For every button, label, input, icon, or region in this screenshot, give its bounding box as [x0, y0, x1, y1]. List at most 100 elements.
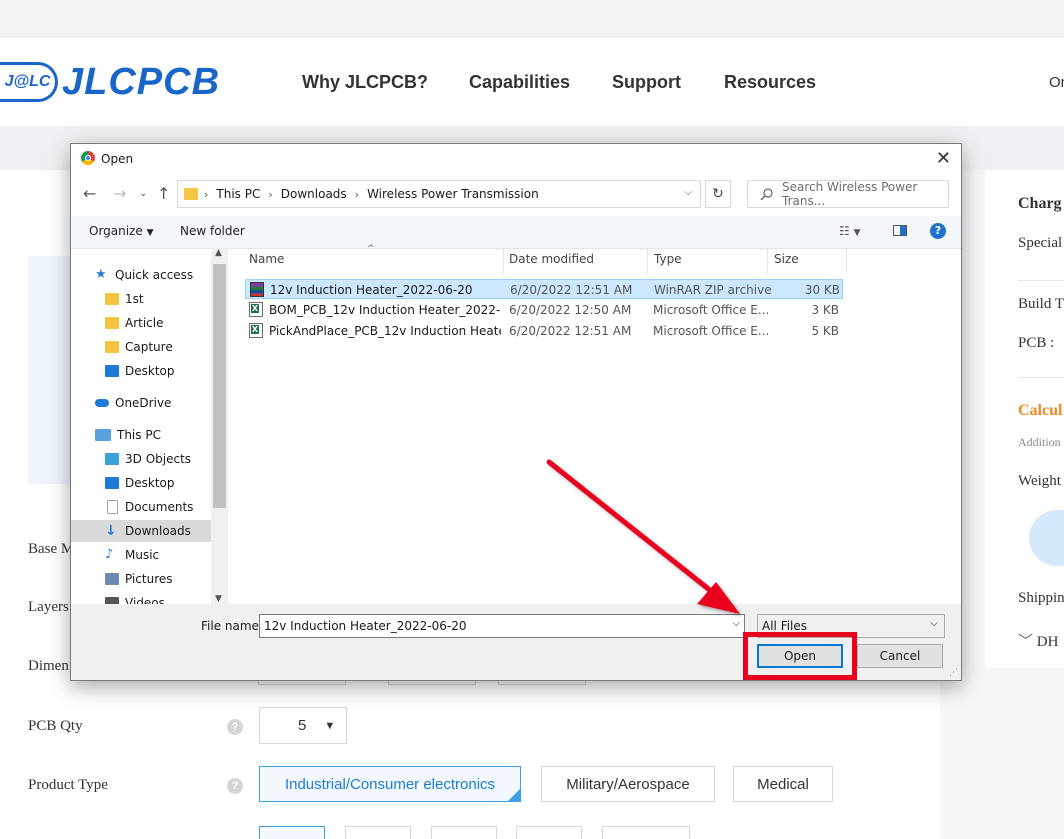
nav-resources[interactable]: Resources [724, 72, 816, 93]
shipping-method[interactable]: ﹀ DH [1018, 630, 1058, 651]
help-icon[interactable]: ? [227, 719, 243, 735]
nav-scrollbar[interactable]: ▲ ▼ [211, 248, 228, 604]
option-row-partial[interactable] [345, 826, 411, 839]
option-row-partial[interactable] [602, 826, 690, 839]
option-row-partial[interactable] [259, 826, 325, 839]
chevron-down-icon: ▼ [146, 228, 154, 238]
file-row[interactable]: BOM_PCB_12v Induction Heater_2022-06... … [245, 300, 843, 320]
label-base-material: Base M [28, 541, 75, 557]
nav-quick-access[interactable]: ★ Quick access [95, 264, 229, 286]
breadcrumb-wireless[interactable]: Wireless Power Transmission [367, 187, 539, 201]
nav-label: Capture [125, 340, 173, 354]
preview-pane-icon[interactable] [893, 225, 907, 236]
nav-support[interactable]: Support [612, 72, 681, 93]
product-type-military[interactable]: Military/Aerospace [541, 766, 715, 802]
dialog-title: Open [101, 152, 134, 166]
forward-arrow-icon[interactable]: → [113, 184, 126, 203]
sort-ascending-icon: ^ [367, 244, 375, 254]
dialog-toolbar: Organize ▼ New folder ☷ ▼ ? [71, 216, 961, 249]
nav-onedrive[interactable]: OneDrive [95, 392, 229, 414]
nav-downloads[interactable]: ↓ Downloads [71, 520, 211, 542]
address-bar[interactable]: › This PC › Downloads › Wireless Power T… [177, 180, 701, 208]
up-arrow-icon[interactable]: ↑ [157, 184, 170, 203]
breadcrumb-downloads[interactable]: Downloads [281, 187, 347, 201]
music-icon: ♪ [105, 547, 114, 562]
back-arrow-icon[interactable]: ← [83, 184, 96, 203]
shipping-method-label: DH [1036, 634, 1059, 650]
logo-text: JLCPCB [62, 60, 221, 103]
chrome-icon [81, 151, 95, 165]
cancel-button[interactable]: Cancel [857, 644, 943, 668]
desktop-icon [105, 365, 119, 377]
column-size[interactable]: Size [774, 252, 799, 266]
option-row-partial[interactable] [516, 826, 582, 839]
cloud-icon [95, 399, 109, 407]
scroll-down-icon[interactable]: ▼ [215, 594, 222, 604]
file-name-label: File name: [201, 619, 263, 633]
product-type-medical[interactable]: Medical [733, 766, 833, 802]
chevron-down-icon[interactable]: ⌵ [732, 618, 740, 629]
resize-grip-icon[interactable]: ⋰ [949, 668, 958, 678]
column-date-modified[interactable]: Date modified [509, 252, 594, 266]
nav-why-jlcpcb[interactable]: Why JLCPCB? [302, 72, 428, 93]
charge-heading: Charg [1018, 195, 1062, 212]
help-icon[interactable]: ? [930, 223, 946, 239]
file-name-value: 12v Induction Heater_2022-06-20 [264, 619, 467, 633]
cube-icon [105, 453, 119, 465]
column-type[interactable]: Type [654, 252, 682, 266]
nav-this-pc[interactable]: This PC [95, 424, 229, 446]
folder-icon [184, 188, 198, 200]
pcb-price-label: PCB : [1018, 335, 1055, 351]
file-date: 6/20/2022 12:51 AM [510, 283, 633, 297]
nav-label: Article [125, 316, 164, 330]
excel-icon [249, 302, 263, 317]
organize-label: Organize [89, 224, 143, 238]
folder-icon [105, 341, 119, 353]
file-name: BOM_PCB_12v Induction Heater_2022-06... [269, 303, 501, 317]
nav-label: Videos [125, 596, 165, 604]
nav-label: Documents [125, 500, 194, 514]
scroll-up-icon[interactable]: ▲ [215, 248, 222, 258]
logo-mark: J@LC [0, 62, 58, 102]
view-options-icon[interactable]: ☷ ▼ [839, 224, 861, 238]
file-size: 30 KB [804, 283, 840, 297]
label-layers: Layers [28, 599, 69, 615]
file-name-input[interactable]: 12v Induction Heater_2022-06-20 ⌵ [259, 614, 745, 638]
file-name: PickAndPlace_PCB_12v Induction Heater... [269, 324, 501, 338]
file-row[interactable]: 12v Induction Heater_2022-06-20 6/20/202… [245, 279, 843, 299]
nav-order-partial[interactable]: Or [1049, 74, 1064, 91]
recent-locations-icon[interactable]: ⌄ [139, 188, 147, 199]
search-box[interactable]: Search Wireless Power Trans... [747, 180, 949, 208]
search-icon [760, 187, 774, 201]
close-icon[interactable]: ✕ [936, 148, 951, 169]
product-type-industrial[interactable]: Industrial/Consumer electronics [259, 766, 521, 802]
file-size: 3 KB [811, 303, 839, 317]
pcb-qty-select[interactable]: 5 ▼ [259, 707, 347, 744]
file-row[interactable]: PickAndPlace_PCB_12v Induction Heater...… [245, 321, 843, 341]
build-time-label: Build T [1018, 296, 1064, 312]
organize-menu[interactable]: Organize ▼ [89, 224, 154, 238]
star-icon: ★ [95, 267, 107, 282]
divider [1018, 377, 1064, 378]
option-row-partial[interactable] [431, 826, 497, 839]
column-name[interactable]: Name [249, 252, 284, 266]
file-size: 5 KB [811, 324, 839, 338]
additional-note: Addition [1018, 435, 1061, 449]
nav-label: 3D Objects [125, 452, 192, 466]
scroll-thumb[interactable] [213, 264, 226, 508]
refresh-icon[interactable]: ↻ [705, 180, 731, 208]
chevron-down-icon: ⌵ [930, 618, 938, 629]
breadcrumb-this-pc[interactable]: This PC [216, 187, 260, 201]
jlcpcb-logo[interactable]: J@LC JLCPCB [0, 60, 220, 104]
column-separator [767, 248, 768, 274]
help-icon[interactable]: ? [227, 778, 243, 794]
chevron-down-icon[interactable]: ⌵ [684, 187, 692, 198]
nav-capabilities[interactable]: Capabilities [469, 72, 570, 93]
nav-label: 1st [125, 292, 144, 306]
column-separator [647, 248, 648, 274]
shipping-label: Shippin [1018, 590, 1064, 606]
new-folder-button[interactable]: New folder [180, 224, 245, 238]
upload-area[interactable] [28, 256, 72, 484]
label-pcb-qty: PCB Qty [28, 718, 83, 734]
download-icon: ↓ [105, 523, 117, 539]
